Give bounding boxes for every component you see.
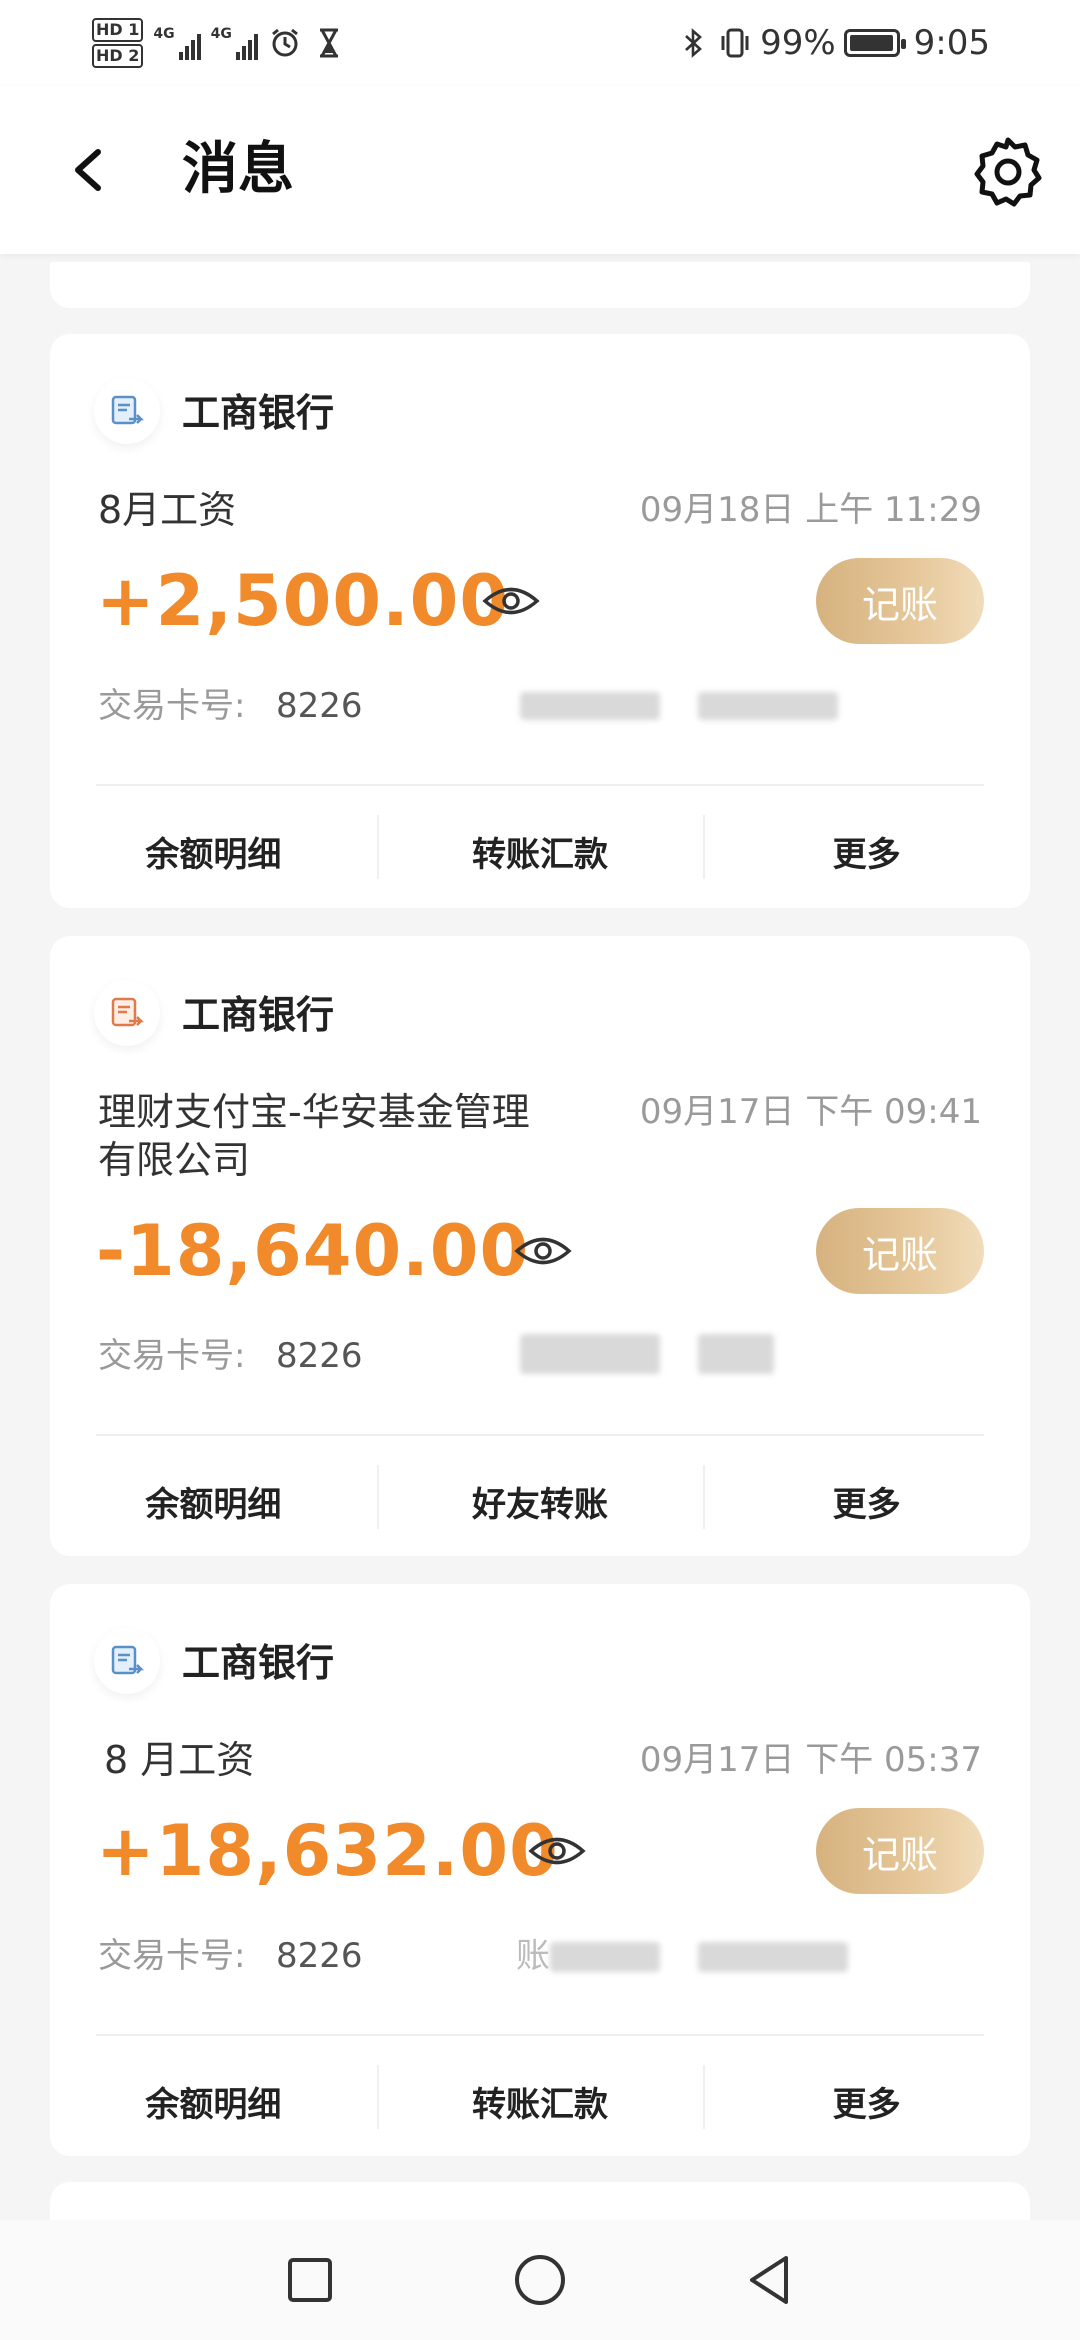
record-button[interactable]: 记账 xyxy=(816,1808,984,1894)
vibrate-icon xyxy=(721,28,749,58)
transaction-title-line1: 理财支付宝-华安基金管理 xyxy=(98,1090,530,1134)
page-title: 消息 xyxy=(182,137,294,202)
bank-name: 工商银行 xyxy=(182,993,335,1037)
balance-detail-button[interactable]: 余额明细 xyxy=(50,1477,377,1526)
divider xyxy=(96,1434,984,1436)
transaction-amount: +2,500.00 xyxy=(96,560,510,642)
card-number-label: 交易卡号: xyxy=(98,1336,246,1376)
bank-bill-icon xyxy=(94,1628,160,1694)
redacted-text xyxy=(698,1334,774,1374)
transaction-time: 09月17日 下午 05:37 xyxy=(639,1740,982,1780)
record-button[interactable]: 记账 xyxy=(816,558,984,644)
bank-name: 工商银行 xyxy=(182,1641,335,1685)
status-left: HD 1 HD 2 4G 4G xyxy=(92,17,346,69)
previous-message-card xyxy=(50,262,1030,308)
message-card[interactable]: 工商银行 8 月工资 09月17日 下午 05:37 +18,632.00 记账… xyxy=(50,1584,1030,2156)
bank-bill-icon xyxy=(94,378,160,444)
card-number-label: 交易卡号: xyxy=(98,1936,246,1976)
chevron-left-icon xyxy=(75,149,101,191)
nav-back-button[interactable] xyxy=(740,2250,800,2310)
system-nav-bar xyxy=(0,2220,1080,2340)
alarm-icon xyxy=(271,28,298,57)
signal-icon: 4G xyxy=(211,26,258,60)
message-card[interactable]: 工商银行 理财支付宝-华安基金管理 有限公司 09月17日 下午 09:41 -… xyxy=(50,936,1030,1556)
back-button[interactable] xyxy=(58,138,118,202)
transaction-time: 09月18日 上午 11:29 xyxy=(639,490,982,530)
bluetooth-icon xyxy=(685,28,703,58)
settings-button[interactable] xyxy=(966,130,1050,214)
card-number-label: 交易卡号: xyxy=(98,686,246,726)
message-card[interactable]: 工商银行 8月工资 09月18日 上午 11:29 +2,500.00 记账 交… xyxy=(50,334,1030,908)
card-number: 8226 xyxy=(276,686,363,726)
gear-icon xyxy=(974,137,1042,207)
transaction-title: 8月工资 xyxy=(98,488,237,532)
signal2-label: 4G xyxy=(210,26,232,42)
redacted-text xyxy=(698,1942,848,1972)
bank-name: 工商银行 xyxy=(182,391,335,435)
balance-detail-button[interactable]: 余额明细 xyxy=(50,827,377,876)
status-time: 9:05 xyxy=(913,23,990,63)
divider xyxy=(96,784,984,786)
battery-percent: 99% xyxy=(760,23,836,63)
action-row: 余额明细 转账汇款 更多 xyxy=(50,2046,1030,2156)
friend-transfer-button[interactable]: 好友转账 xyxy=(376,1464,704,1529)
app-header: 消息 xyxy=(0,86,1080,254)
hourglass-icon xyxy=(319,28,338,58)
redacted-text xyxy=(520,1334,660,1374)
recents-button[interactable] xyxy=(280,2250,340,2310)
transfer-button[interactable]: 转账汇款 xyxy=(376,2064,704,2129)
signal1-label: 4G xyxy=(153,26,175,42)
eye-icon[interactable] xyxy=(528,1834,586,1868)
hd2-label: HD 2 xyxy=(92,44,144,68)
back-triangle-icon xyxy=(750,2256,788,2304)
more-button[interactable]: 更多 xyxy=(703,1464,1030,1529)
card-number: 8226 xyxy=(276,1936,363,1976)
action-row: 余额明细 好友转账 更多 xyxy=(50,1446,1030,1556)
hd-indicator: HD 1 HD 2 xyxy=(92,17,144,69)
battery-fill xyxy=(849,35,894,51)
more-button[interactable]: 更多 xyxy=(703,2064,1030,2129)
card-number: 8226 xyxy=(276,1336,363,1376)
redacted-text xyxy=(550,1942,660,1972)
eye-icon[interactable] xyxy=(514,1234,572,1268)
transaction-title-line2: 有限公司 xyxy=(98,1138,251,1182)
home-circle-icon xyxy=(515,2255,565,2305)
transaction-amount: -18,640.00 xyxy=(96,1210,530,1292)
signal-icon: 4G xyxy=(153,26,201,60)
bank-bill-icon xyxy=(94,980,160,1046)
transaction-title: 8 月工资 xyxy=(104,1738,255,1782)
home-button[interactable] xyxy=(510,2250,570,2310)
transfer-button[interactable]: 转账汇款 xyxy=(376,814,704,879)
redacted-prefix: 账 xyxy=(516,1936,550,1976)
hd1-label: HD 1 xyxy=(92,18,144,42)
record-button[interactable]: 记账 xyxy=(816,1208,984,1294)
transaction-amount: +18,632.00 xyxy=(96,1810,559,1892)
divider xyxy=(96,2034,984,2036)
battery-icon xyxy=(843,29,906,57)
redacted-text xyxy=(698,692,838,720)
redacted-text xyxy=(520,692,660,720)
balance-detail-button[interactable]: 余额明细 xyxy=(50,2077,377,2126)
status-bar: HD 1 HD 2 4G 4G 99% 9:05 xyxy=(0,0,1080,86)
status-right: 99% 9:05 xyxy=(676,23,990,63)
receipt-icon xyxy=(111,395,145,425)
recents-square-icon xyxy=(288,2258,332,2302)
more-button[interactable]: 更多 xyxy=(703,814,1030,879)
receipt-icon xyxy=(111,997,145,1027)
action-row: 余额明细 转账汇款 更多 xyxy=(50,796,1030,906)
receipt-icon xyxy=(111,1645,145,1675)
eye-icon[interactable] xyxy=(482,584,540,618)
transaction-time: 09月17日 下午 09:41 xyxy=(639,1092,982,1132)
